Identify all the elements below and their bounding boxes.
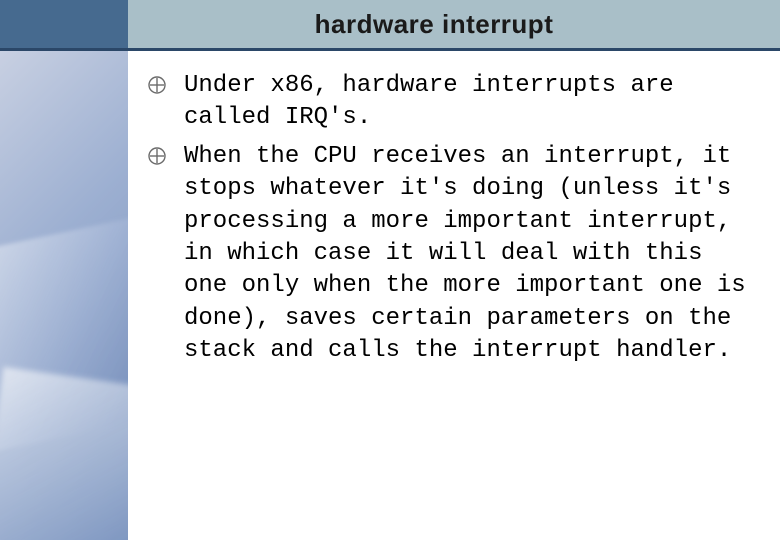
slide-title: hardware interrupt [128, 9, 780, 40]
header-bar: hardware interrupt [0, 0, 780, 48]
header-corner-block [0, 0, 128, 48]
content-area: Under x86, hardware interrupts are calle… [148, 70, 752, 374]
bullet-text: Under x86, hardware interrupts are calle… [184, 70, 752, 135]
bullet-icon [148, 147, 166, 165]
bullet-text: When the CPU receives an interrupt, it s… [184, 141, 752, 368]
slide: hardware interrupt Under x86, hardware i… [0, 0, 780, 540]
left-decoration-image [0, 51, 128, 540]
list-item: Under x86, hardware interrupts are calle… [148, 70, 752, 135]
list-item: When the CPU receives an interrupt, it s… [148, 141, 752, 368]
bullet-icon [148, 76, 166, 94]
bullet-list: Under x86, hardware interrupts are calle… [148, 70, 752, 368]
